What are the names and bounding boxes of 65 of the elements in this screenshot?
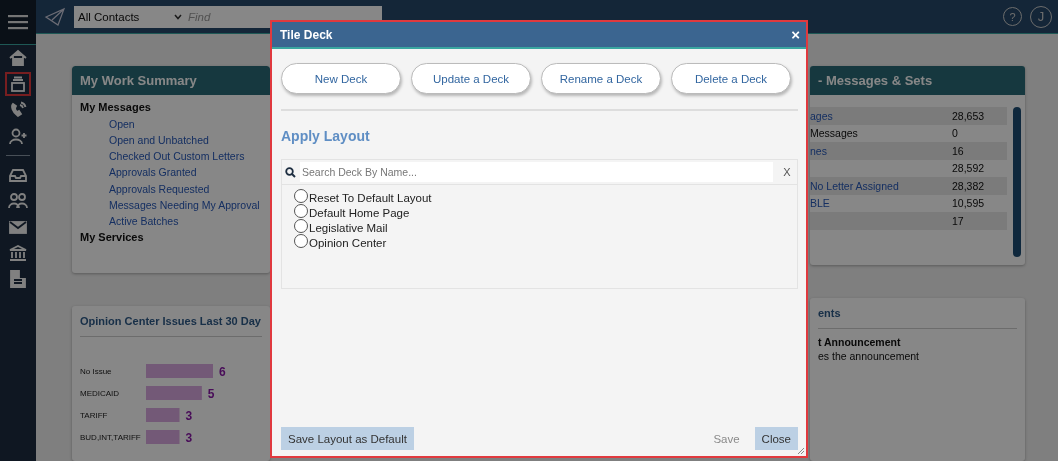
count-value: 16 <box>952 144 965 157</box>
scrollbar[interactable] <box>1013 107 1021 257</box>
value-label: 3 <box>185 409 193 423</box>
count-value: 0 <box>952 127 959 140</box>
deck-button[interactable]: Rename a Deck <box>541 63 661 94</box>
radio-button[interactable] <box>294 219 308 233</box>
panel-title: - Messages & Sets <box>810 66 1025 95</box>
bar <box>146 408 180 422</box>
menu-icon[interactable] <box>0 0 36 45</box>
announcement-text: es the announcement <box>818 350 920 362</box>
deck-button[interactable]: Delete a Deck <box>671 63 791 94</box>
value-label: 6 <box>219 365 226 379</box>
radio-button[interactable] <box>294 234 308 248</box>
panel-title: ents <box>818 298 1017 329</box>
count-value: 28,592 <box>952 162 986 175</box>
deck-button[interactable]: Update a Deck <box>411 63 531 94</box>
category-label: No Issue <box>80 367 112 376</box>
layout-option[interactable]: Legislative Mail <box>294 222 785 234</box>
clear-search-button[interactable]: X <box>777 165 797 179</box>
search-icon <box>285 166 296 178</box>
count-link[interactable]: No Letter Assigned <box>810 179 952 192</box>
count-link[interactable]: nes <box>810 144 952 157</box>
count-label: Messages <box>810 127 859 140</box>
deck-button[interactable]: New Deck <box>281 63 401 94</box>
summary-link[interactable]: Messages Needing My Approval <box>80 197 262 214</box>
summary-link[interactable]: Checked Out Custom Letters <box>80 148 262 165</box>
footer-button[interactable]: Save Layout as Default <box>281 427 414 450</box>
category-label: TARIFF <box>80 411 108 420</box>
summary-link[interactable]: Open and Unbatched <box>80 131 262 149</box>
count-link[interactable]: BLE <box>810 197 952 210</box>
count-value: 10,595 <box>952 197 986 210</box>
bar <box>146 430 180 444</box>
dialog-title: Tile Deck <box>280 27 334 42</box>
contact-filter-dropdown[interactable]: All Contacts <box>78 10 170 23</box>
value-label: 5 <box>207 387 215 401</box>
count-value: 17 <box>952 214 965 227</box>
close-button[interactable]: × <box>791 26 800 43</box>
deck-search-field[interactable]: Search Deck By Name... <box>300 162 773 182</box>
layout-option[interactable]: Reset To Default Layout <box>294 192 785 204</box>
panel-title: Opinion Center Issues Last 30 Day <box>80 306 262 337</box>
summary-link[interactable]: Open <box>80 115 262 132</box>
category-label: BUD,INT,TARIFF <box>80 433 141 442</box>
summary-link[interactable]: Approvals Requested <box>80 180 262 197</box>
value-label: 3 <box>185 431 193 445</box>
section-heading: My Messages <box>80 100 152 115</box>
layout-option[interactable]: Default Home Page <box>294 207 785 219</box>
radio-button[interactable] <box>294 204 308 218</box>
panel-title: My Work Summary <box>72 66 270 95</box>
layout-option[interactable]: Opinion Center <box>294 237 785 249</box>
announcement-title: t Announcement <box>818 336 902 348</box>
bar <box>146 386 202 400</box>
count-link[interactable]: ages <box>810 109 952 122</box>
summary-link[interactable]: Active Batches <box>80 213 262 230</box>
section-title: Apply Layout <box>281 128 371 144</box>
summary-link[interactable]: Approvals Granted <box>80 164 262 181</box>
count-value: 28,382 <box>952 179 986 192</box>
footer-button[interactable]: Close <box>754 427 798 450</box>
category-label: MEDICAID <box>80 389 120 398</box>
tray-stack-icon[interactable] <box>5 72 31 96</box>
section-heading: My Services <box>80 229 145 245</box>
resize-grip-icon[interactable] <box>797 447 805 455</box>
bar <box>146 364 213 378</box>
count-value: 28,653 <box>952 109 986 122</box>
caret-icon <box>174 13 182 20</box>
radio-button[interactable] <box>294 189 308 203</box>
